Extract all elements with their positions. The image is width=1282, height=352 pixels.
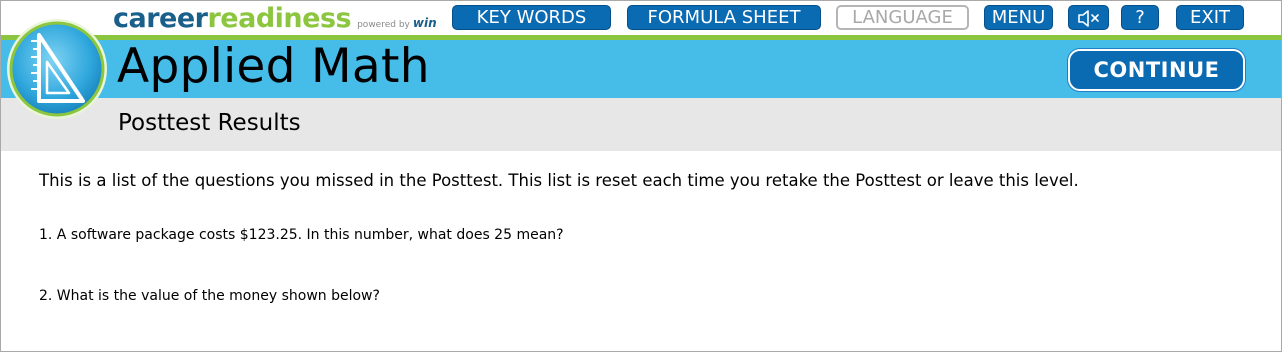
brand-powered-by: powered by [357,20,410,30]
help-button[interactable]: ? [1121,5,1159,30]
language-button[interactable]: LANGUAGE [836,5,969,30]
triangle-ruler-icon [7,19,107,119]
menu-button[interactable]: MENU [984,5,1053,30]
missed-question-1: 1. A software package costs $123.25. In … [39,227,564,243]
intro-text: This is a list of the questions you miss… [39,171,1079,190]
app-frame: career readiness powered by win KEY WORDS… [0,0,1282,352]
key-words-button[interactable]: KEY WORDS [452,5,611,30]
brand-logo: career readiness powered by win [113,3,437,34]
continue-button[interactable]: CONTINUE [1068,49,1245,91]
exit-button[interactable]: EXIT [1176,5,1244,30]
brand-readiness-text: readiness [207,3,352,34]
brand-win: win [412,16,437,30]
formula-sheet-button[interactable]: FORMULA SHEET [627,5,821,30]
speaker-mute-icon [1077,10,1099,27]
section-title: Posttest Results [118,110,301,136]
brand-career-text: career [113,3,208,34]
audio-button[interactable] [1068,5,1109,30]
missed-question-2: 2. What is the value of the money shown … [39,288,380,304]
page-title: Applied Math [117,39,430,94]
top-bar: career readiness powered by win KEY WORDS… [1,1,1281,35]
